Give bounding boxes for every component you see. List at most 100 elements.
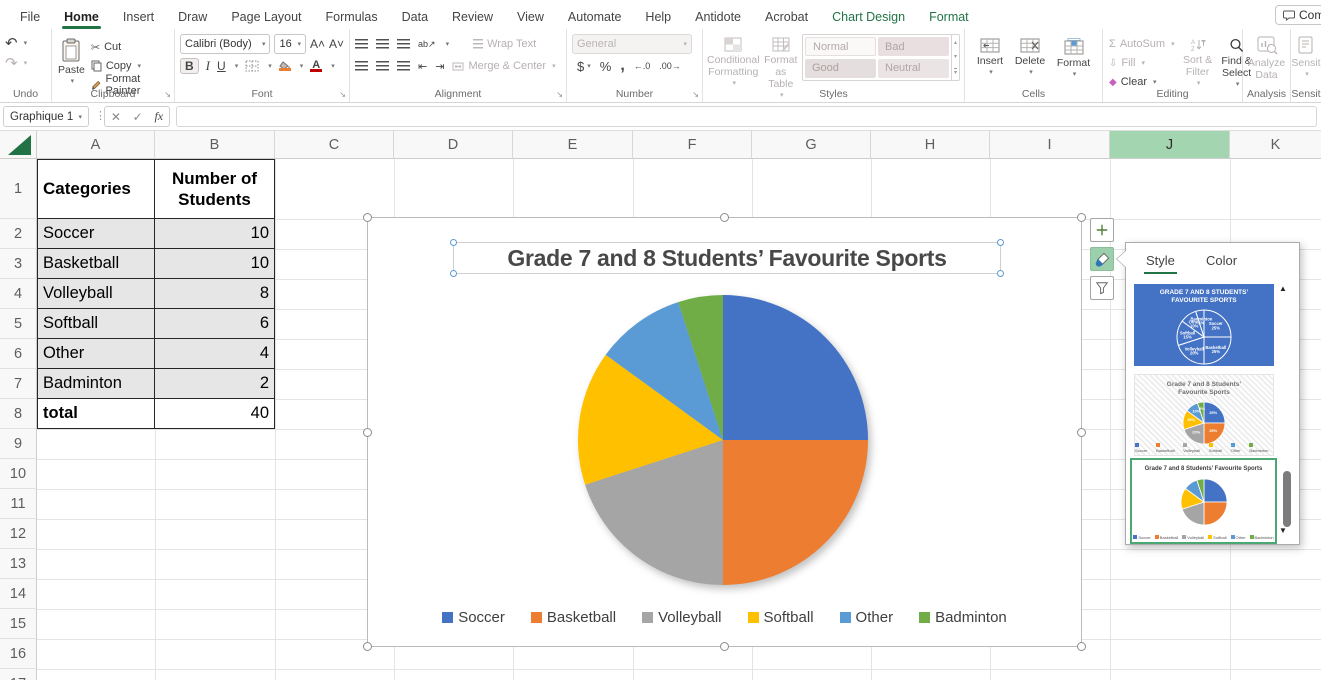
tab-review[interactable]: Review [440,6,505,30]
cell-B5[interactable]: 6 [155,309,275,339]
style-chip-neutral[interactable]: Neutral [878,59,949,78]
font-dialog-launcher[interactable]: ↘ [339,90,346,99]
row-header-2[interactable]: 2 [0,219,37,249]
pie-slice-basketball[interactable] [1204,423,1225,444]
title-handle[interactable] [450,239,457,246]
chart-legend[interactable]: SoccerBasketballVolleyballSoftballOtherB… [368,609,1081,626]
scrollbar-down-icon[interactable]: ▼ [1279,526,1287,535]
gallery-down-icon[interactable]: ▾ [954,53,957,60]
select-all-button[interactable] [0,131,37,159]
style-chip-bad[interactable]: Bad [878,37,949,56]
scrollbar-thumb[interactable] [1283,471,1291,527]
style-thumbnail-2[interactable]: Grade 7 and 8 Students’ Favourite Sports… [1134,374,1274,456]
column-header-C[interactable]: C [275,131,394,159]
underline-button[interactable]: U [217,59,226,73]
font-name-combo[interactable]: Calibri (Body)▾ [180,34,270,54]
tab-help[interactable]: Help [633,6,683,30]
increase-font-icon[interactable]: A˄ [310,37,325,51]
italic-button[interactable]: I [206,58,210,74]
tab-data[interactable]: Data [390,6,440,30]
chart-handle[interactable] [363,642,372,651]
row-header-15[interactable]: 15 [0,609,37,639]
cell-B8[interactable]: 40 [155,399,275,429]
cut-button[interactable]: ✂Cut [91,39,170,55]
cell-B4[interactable]: 8 [155,279,275,309]
borders-icon[interactable] [245,60,259,72]
increase-decimal-button[interactable]: ←.0 [634,61,651,71]
row-header-5[interactable]: 5 [0,309,37,339]
legend-item-softball[interactable]: Softball [748,609,814,626]
column-header-J[interactable]: J [1110,131,1230,159]
legend-item-soccer[interactable]: Soccer [442,609,505,626]
gallery-more-icon[interactable]: ▾ [954,68,957,76]
row-header-4[interactable]: 4 [0,279,37,309]
row-header-1[interactable]: 1 [0,159,37,219]
align-right-icon[interactable] [397,61,410,71]
cell-B7[interactable]: 2 [155,369,275,399]
cell-A1[interactable]: Categories [37,159,155,219]
row-header-11[interactable]: 11 [0,489,37,519]
gallery-up-icon[interactable]: ▴ [954,39,957,46]
merge-center-button[interactable]: Merge & Center▾ [452,60,555,72]
wrap-text-button[interactable]: Wrap Text [473,38,536,50]
formula-input[interactable] [176,106,1317,127]
legend-item-badminton[interactable]: Badminton [919,609,1007,626]
row-header-16[interactable]: 16 [0,639,37,669]
pie-slice-basketball[interactable] [1204,502,1227,525]
row-header-7[interactable]: 7 [0,369,37,399]
row-header-13[interactable]: 13 [0,549,37,579]
comma-style-button[interactable]: , [620,57,624,75]
cell-A6[interactable]: Other [37,339,155,369]
title-handle[interactable] [997,270,1004,277]
cell-B6[interactable]: 4 [155,339,275,369]
tab-acrobat[interactable]: Acrobat [753,6,820,30]
legend-item-basketball[interactable]: Basketball [531,609,616,626]
cell-A3[interactable]: Basketball [37,249,155,279]
currency-button[interactable]: $ [577,59,584,74]
alignment-dialog-launcher[interactable]: ↘ [556,90,563,99]
column-header-H[interactable]: H [871,131,990,159]
sensitivity-button[interactable]: Sensit▾ [1291,33,1321,79]
bold-button[interactable]: B [180,58,199,74]
tab-formulas[interactable]: Formulas [314,6,390,30]
number-dialog-launcher[interactable]: ↘ [692,90,699,99]
cell-A7[interactable]: Badminton [37,369,155,399]
chart-handle[interactable] [1077,213,1086,222]
comments-button[interactable]: Com [1275,5,1321,25]
align-bottom-icon[interactable] [397,39,410,49]
cell-A5[interactable]: Softball [37,309,155,339]
cell-B2[interactable]: 10 [155,219,275,249]
tab-chart-design[interactable]: Chart Design [820,6,917,30]
column-header-E[interactable]: E [513,131,633,159]
title-handle[interactable] [997,239,1004,246]
analyze-data-button[interactable]: Analyze Data [1243,33,1290,81]
insert-cells-button[interactable]: Insert▾ [977,35,1003,79]
paste-button[interactable]: Paste▾ [58,35,85,93]
scrollbar-up-icon[interactable]: ▲ [1279,284,1287,293]
tab-style[interactable]: Style [1146,253,1175,268]
orientation-button[interactable]: ab↗ [418,39,436,50]
row-header-3[interactable]: 3 [0,249,37,279]
insert-function-icon[interactable]: fx [154,109,163,124]
cell-A2[interactable]: Soccer [37,219,155,249]
increase-indent-icon[interactable]: ⇥ [435,60,444,73]
tab-home[interactable]: Home [52,6,111,30]
clipboard-dialog-launcher[interactable]: ↘ [164,90,171,99]
decrease-font-icon[interactable]: A˅ [329,37,344,51]
cell-B3[interactable]: 10 [155,249,275,279]
tab-page-layout[interactable]: Page Layout [219,6,313,30]
decrease-indent-icon[interactable]: ⇤ [418,60,427,73]
align-middle-icon[interactable] [376,39,389,49]
row-header-8[interactable]: 8 [0,399,37,429]
tab-draw[interactable]: Draw [166,6,219,30]
style-chip-normal[interactable]: Normal [805,37,876,56]
pie-slice-soccer[interactable] [723,295,868,440]
chart-handle[interactable] [1077,428,1086,437]
style-thumbnail-1[interactable]: GRADE 7 AND 8 STUDENTS’ FAVOURITE SPORTS… [1134,284,1274,366]
undo-icon[interactable]: ↶ [5,34,18,52]
fill-button[interactable]: ⇩Fill▾ [1109,55,1175,71]
style-chip-good[interactable]: Good [805,59,876,78]
cell-A8[interactable]: total [37,399,155,429]
sort-filter-button[interactable]: AZ Sort & Filter▾ [1181,35,1215,90]
cell-B1[interactable]: Number of Students [155,159,275,219]
